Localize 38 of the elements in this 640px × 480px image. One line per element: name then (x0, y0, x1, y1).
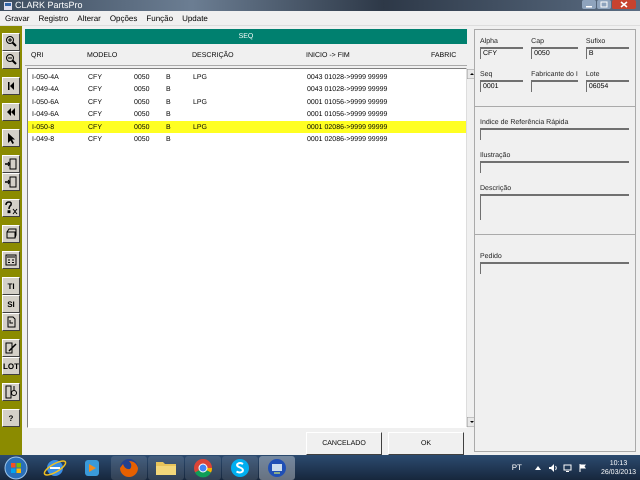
toolbar-button[interactable]: TI (2, 277, 20, 295)
menu-item[interactable]: Alterar (77, 14, 101, 22)
menu-item[interactable]: Função (146, 14, 174, 22)
help-icon[interactable] (2, 199, 20, 217)
door-enter-icon[interactable] (2, 155, 20, 173)
firefox-icon[interactable] (111, 456, 147, 480)
app-icon (4, 2, 12, 10)
folder-icon[interactable] (148, 456, 184, 480)
speaker-icon[interactable] (548, 462, 558, 472)
skype-icon[interactable] (222, 456, 258, 480)
menu-item[interactable]: Opções (110, 14, 138, 22)
menu-item[interactable]: Update (182, 14, 208, 22)
book-icon[interactable] (2, 383, 20, 401)
rewind-icon[interactable] (2, 103, 20, 121)
start-button[interactable] (4, 456, 28, 480)
zoom-in-icon[interactable] (2, 33, 20, 51)
window-title: CLARK PartsPro (15, 0, 83, 11)
printer-icon[interactable] (2, 225, 20, 243)
zoom-out-icon[interactable] (2, 51, 20, 69)
chrome-icon[interactable] (185, 456, 221, 480)
toolbar-button[interactable]: SI (2, 295, 20, 313)
language-indicator[interactable]: PT (512, 463, 522, 472)
edit-icon[interactable] (2, 339, 20, 357)
network-icon[interactable] (562, 462, 573, 472)
door-exit-icon[interactable] (2, 173, 20, 191)
globe-app-icon[interactable] (259, 456, 295, 480)
minimize-icon[interactable] (582, 0, 596, 9)
toolbar-button[interactable]: LOT (2, 357, 20, 375)
document-icon[interactable] (2, 313, 20, 331)
close-icon[interactable] (612, 0, 636, 9)
menu-item[interactable]: Registro (38, 14, 68, 22)
menu-item[interactable]: Gravar (5, 14, 30, 22)
pointer-icon[interactable] (2, 129, 20, 147)
calculator-icon[interactable] (2, 251, 20, 269)
flag-icon[interactable] (578, 462, 588, 472)
maximize-icon[interactable] (597, 0, 611, 9)
toolbar-button[interactable]: ? (2, 409, 20, 427)
first-record-icon[interactable] (2, 77, 20, 95)
